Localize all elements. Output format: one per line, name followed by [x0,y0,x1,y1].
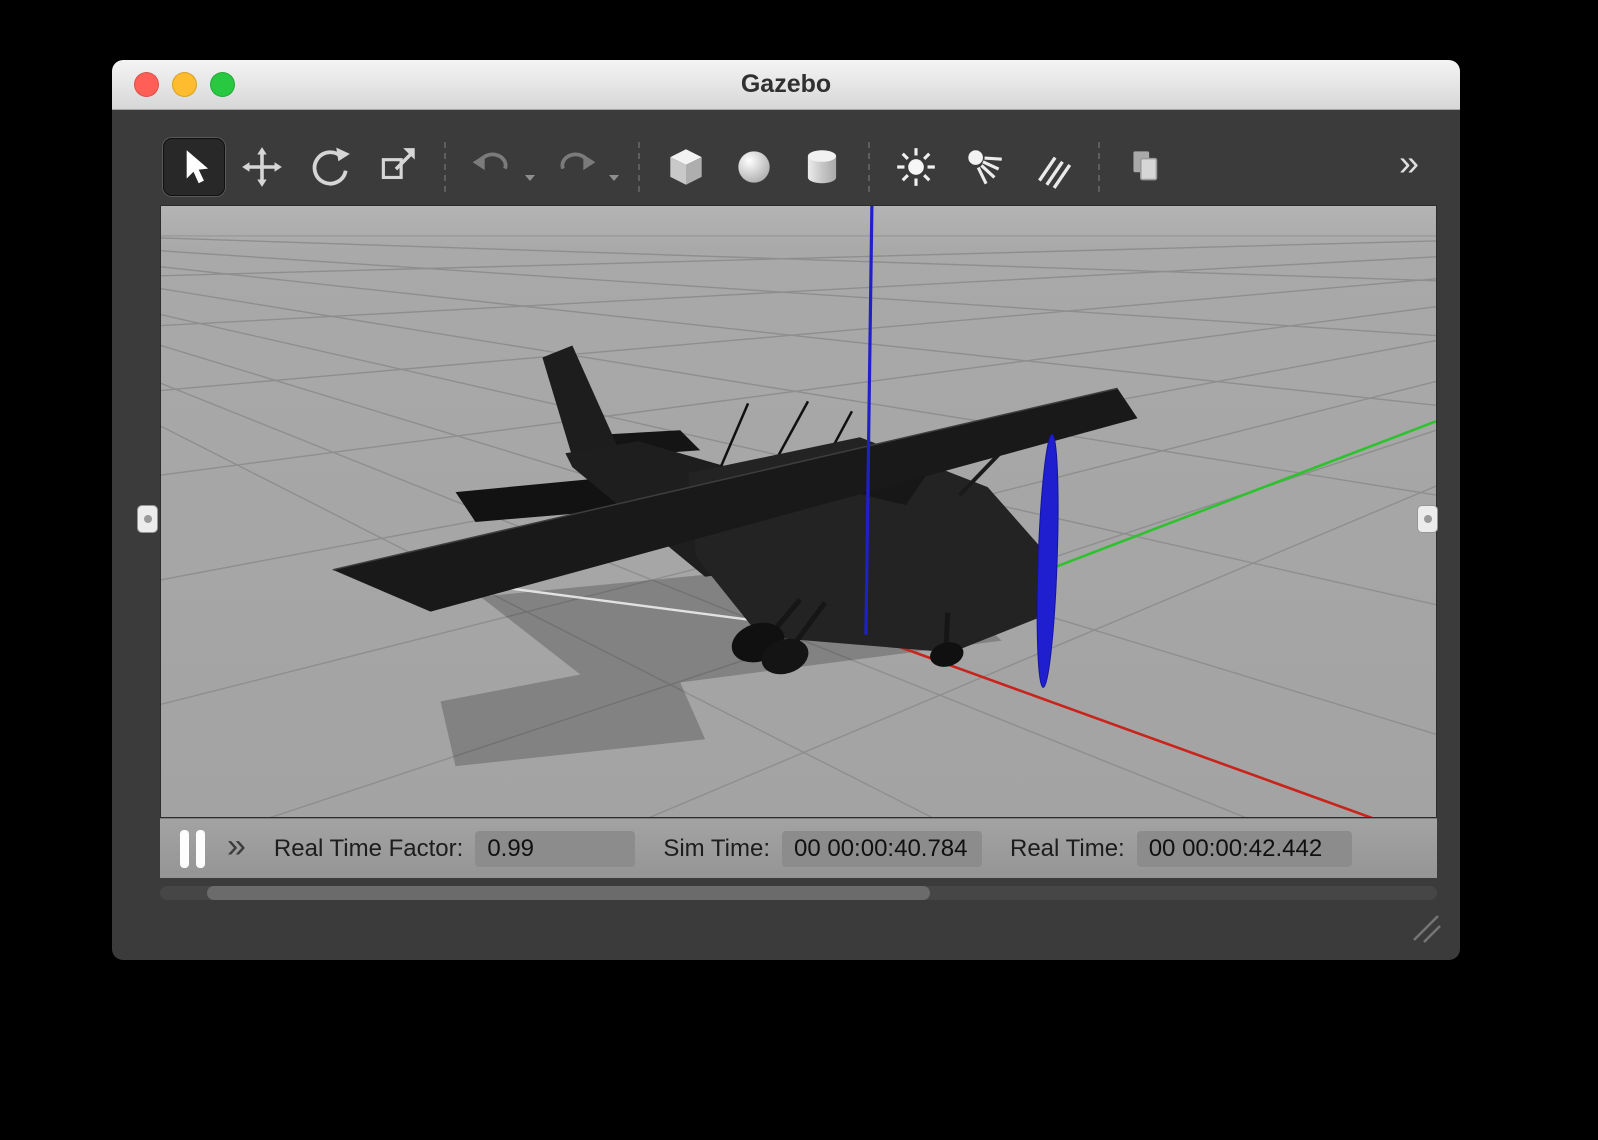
copy-icon [1123,144,1169,190]
translate-tool[interactable] [231,138,293,196]
redo-arrow-icon [553,144,599,190]
pause-icon [180,830,189,868]
step-button[interactable]: » [227,829,246,863]
insert-cylinder-button[interactable] [791,138,853,196]
handle-dot [144,515,152,523]
pause-icon [196,830,205,868]
pause-button[interactable] [180,830,205,868]
desktop-background: Gazebo [0,0,1598,1140]
move-arrows-icon [239,144,285,190]
right-panel-splitter-handle[interactable] [1417,505,1438,533]
render-viewport[interactable] [160,205,1437,818]
directional-light-icon [1029,144,1075,190]
directional-light-button[interactable] [1021,138,1083,196]
toolbar-separator [868,142,870,192]
title-bar[interactable]: Gazebo [112,60,1460,110]
spot-light-icon [961,144,1007,190]
insert-box-button[interactable] [655,138,717,196]
cylinder-icon [799,144,845,190]
undo-arrow-icon [469,144,515,190]
point-light-icon [893,144,939,190]
toolbar-separator [444,142,446,192]
real-time-value: 00 00:00:42.442 [1137,831,1352,867]
left-panel-splitter-handle[interactable] [137,505,158,533]
cursor-arrow-icon [171,144,217,190]
minimize-button[interactable] [172,72,197,97]
redo-dropdown-caret-icon[interactable] [608,174,620,182]
sim-time-label: Sim Time: [663,835,770,863]
window-title: Gazebo [741,70,831,99]
toolbar-separator [1098,142,1100,192]
main-toolbar: » [160,135,1437,199]
window-controls [134,72,235,97]
sphere-icon [731,144,777,190]
insert-sphere-button[interactable] [723,138,785,196]
close-button[interactable] [134,72,159,97]
simulation-status-bar: » Real Time Factor: 0.99 Sim Time: 00 00… [160,818,1437,878]
undo-button[interactable] [461,138,523,196]
cube-icon [663,144,709,190]
select-tool[interactable] [163,138,225,196]
real-time-factor-value: 0.99 [475,831,635,867]
resize-grip-icon [1410,912,1442,944]
sim-time-value: 00 00:00:40.784 [782,831,982,867]
window-resize-grip[interactable] [1410,912,1442,944]
3d-scene[interactable] [161,206,1436,817]
real-time-label: Real Time: [1010,835,1125,863]
toolbar-overflow-button[interactable]: » [1391,145,1427,189]
scale-tool[interactable] [367,138,429,196]
point-light-button[interactable] [885,138,947,196]
spot-light-button[interactable] [953,138,1015,196]
scale-arrows-icon [375,144,421,190]
redo-button[interactable] [545,138,607,196]
undo-dropdown-caret-icon[interactable] [524,174,536,182]
toolbar-separator [638,142,640,192]
gazebo-window: Gazebo [112,60,1460,960]
real-time-factor-label: Real Time Factor: [274,835,463,863]
handle-dot [1424,515,1432,523]
rotate-tool[interactable] [299,138,361,196]
copy-button[interactable] [1115,138,1177,196]
horizontal-scrollbar-track[interactable] [160,886,1437,900]
rotate-arrows-icon [307,144,353,190]
horizontal-scrollbar-thumb[interactable] [207,886,930,900]
zoom-button[interactable] [210,72,235,97]
